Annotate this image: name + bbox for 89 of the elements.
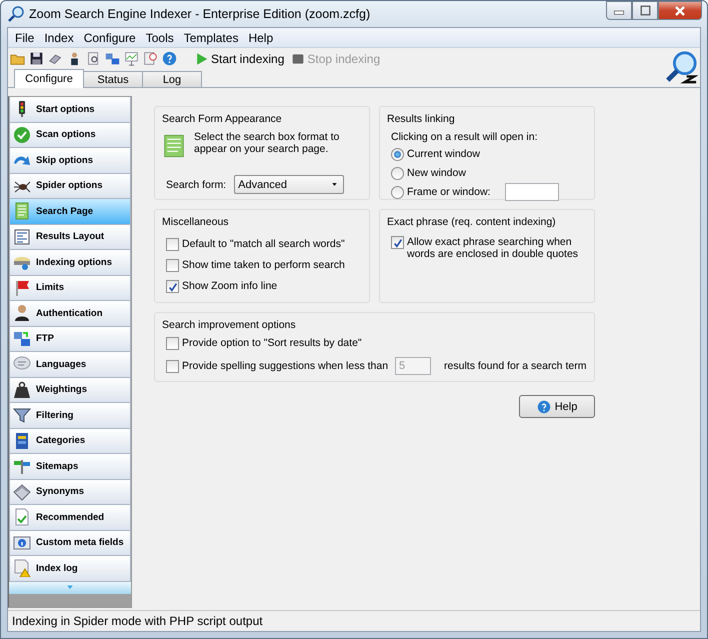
magnifier-logo-icon — [664, 50, 698, 84]
status-bar: Indexing in Spider mode with PHP script output — [8, 610, 700, 631]
radio-label: Frame or window: — [407, 186, 490, 198]
menu-item[interactable]: Templates — [178, 30, 244, 44]
tick-icon — [168, 282, 178, 292]
close-icon — [674, 4, 686, 16]
maximize-button[interactable] — [632, 1, 658, 20]
radio-button[interactable] — [391, 186, 404, 198]
sidebar-item[interactable]: Indexing options — [9, 250, 131, 276]
tick-icon — [392, 238, 402, 248]
document-warning-icon — [13, 559, 31, 578]
help-button[interactable]: Help — [519, 395, 595, 418]
down-triangle-icon — [65, 584, 75, 591]
sidebar-item[interactable]: Scan options — [9, 122, 131, 148]
funnel-icon — [13, 406, 31, 424]
radio-button[interactable] — [391, 167, 404, 180]
checkbox[interactable] — [166, 259, 179, 272]
person-icon — [13, 304, 31, 322]
group-title: Search Form Appearance — [162, 113, 283, 125]
help-icon — [536, 400, 551, 414]
sidebar-item[interactable]: Start options — [9, 97, 131, 122]
checkbox[interactable] — [166, 337, 179, 350]
sidebar-item[interactable]: Search Page — [9, 199, 131, 224]
signpost-icon — [13, 457, 31, 476]
check-icon — [13, 126, 31, 144]
sidebar-item[interactable]: Sitemaps — [9, 454, 131, 480]
document-search-icon[interactable] — [86, 51, 101, 66]
frame-name-field[interactable] — [505, 183, 559, 201]
chart-icon[interactable] — [124, 51, 139, 66]
tab[interactable]: Configure — [14, 69, 84, 88]
sidebar-item[interactable]: FTP — [9, 326, 131, 352]
caret-icon — [331, 182, 338, 187]
tab[interactable]: Status — [83, 71, 143, 87]
checkbox-label: Provide option to "Sort results by date" — [182, 337, 362, 349]
radio-label: Current window — [407, 148, 480, 160]
checkbox[interactable] — [391, 236, 404, 249]
form-icon — [13, 202, 31, 220]
search-form-dropdown[interactable]: Advanced — [234, 175, 344, 194]
sidebar-item[interactable]: Spider options — [9, 174, 131, 199]
radio-button[interactable] — [391, 148, 404, 161]
sidebar-item[interactable]: Index log — [9, 556, 131, 582]
radio-label: New window — [407, 167, 466, 179]
group-title: Results linking — [387, 113, 456, 125]
play-icon — [195, 52, 208, 66]
field-label: Search form: — [166, 178, 226, 190]
sidebar-item[interactable]: Authentication — [9, 301, 131, 326]
sidebar-item[interactable]: Results Layout — [9, 224, 131, 250]
help-icon[interactable] — [162, 51, 177, 66]
sidebar-item[interactable]: Synonyms — [9, 480, 131, 505]
sidebar-item[interactable]: Recommended — [9, 505, 131, 530]
checkbox[interactable] — [166, 280, 179, 293]
checkbox[interactable] — [166, 238, 179, 251]
description-text: Select the search box format to appear on your search page. — [194, 131, 340, 155]
checkbox-label: Show Zoom info line — [182, 280, 278, 292]
info-icon — [13, 534, 31, 552]
group-title: Miscellaneous — [162, 216, 230, 228]
start-indexing-button[interactable]: Start indexing — [193, 52, 286, 66]
prompt-text: Clicking on a result will open in: — [391, 131, 538, 143]
group-title: Exact phrase (req. content indexing) — [387, 216, 557, 228]
maximize-icon — [640, 5, 650, 16]
layout-icon — [13, 228, 31, 246]
menu-item[interactable]: Index — [39, 30, 79, 44]
checkbox-label: Allow exact phrase searching when words are enclosed in double quotes — [407, 236, 580, 260]
sidebar-item[interactable]: Weightings — [9, 378, 131, 403]
sidebar-item[interactable]: Languages — [9, 352, 131, 378]
sidebar-item[interactable]: Categories — [9, 428, 131, 454]
sidebar-item[interactable]: Limits — [9, 276, 131, 301]
menu-item[interactable]: Configure — [78, 30, 141, 44]
sidebar-item[interactable]: Skip options — [9, 148, 131, 174]
window-title: Zoom Search Engine Indexer - Enterprise Edition (zoom.zcfg) — [29, 7, 370, 21]
document-check-icon — [13, 508, 31, 526]
checkbox-label: Default to "match all search words" — [182, 238, 345, 250]
checkbox-label: Provide spelling suggestions when less than — [182, 360, 388, 372]
sidebar-item[interactable]: Filtering — [9, 403, 131, 428]
suffix-label: results found for a search term — [444, 360, 586, 372]
menu-item[interactable]: Tools — [140, 30, 179, 44]
tab[interactable]: Log — [142, 71, 202, 87]
checkbox-label: Show time taken to perform search — [182, 259, 345, 271]
minimize-button[interactable] — [606, 1, 632, 20]
group-title: Search improvement options — [162, 319, 297, 331]
menu-item[interactable]: Help — [243, 30, 278, 44]
menu-item[interactable]: File — [10, 30, 40, 44]
sidebar-item[interactable]: Custom meta fields — [9, 530, 131, 556]
weight-icon — [13, 380, 31, 399]
cabinet-icon — [13, 432, 31, 450]
save-icon[interactable] — [29, 51, 44, 66]
close-button[interactable] — [658, 1, 702, 20]
magnifier-icon — [7, 5, 25, 23]
stop-icon — [292, 52, 304, 64]
